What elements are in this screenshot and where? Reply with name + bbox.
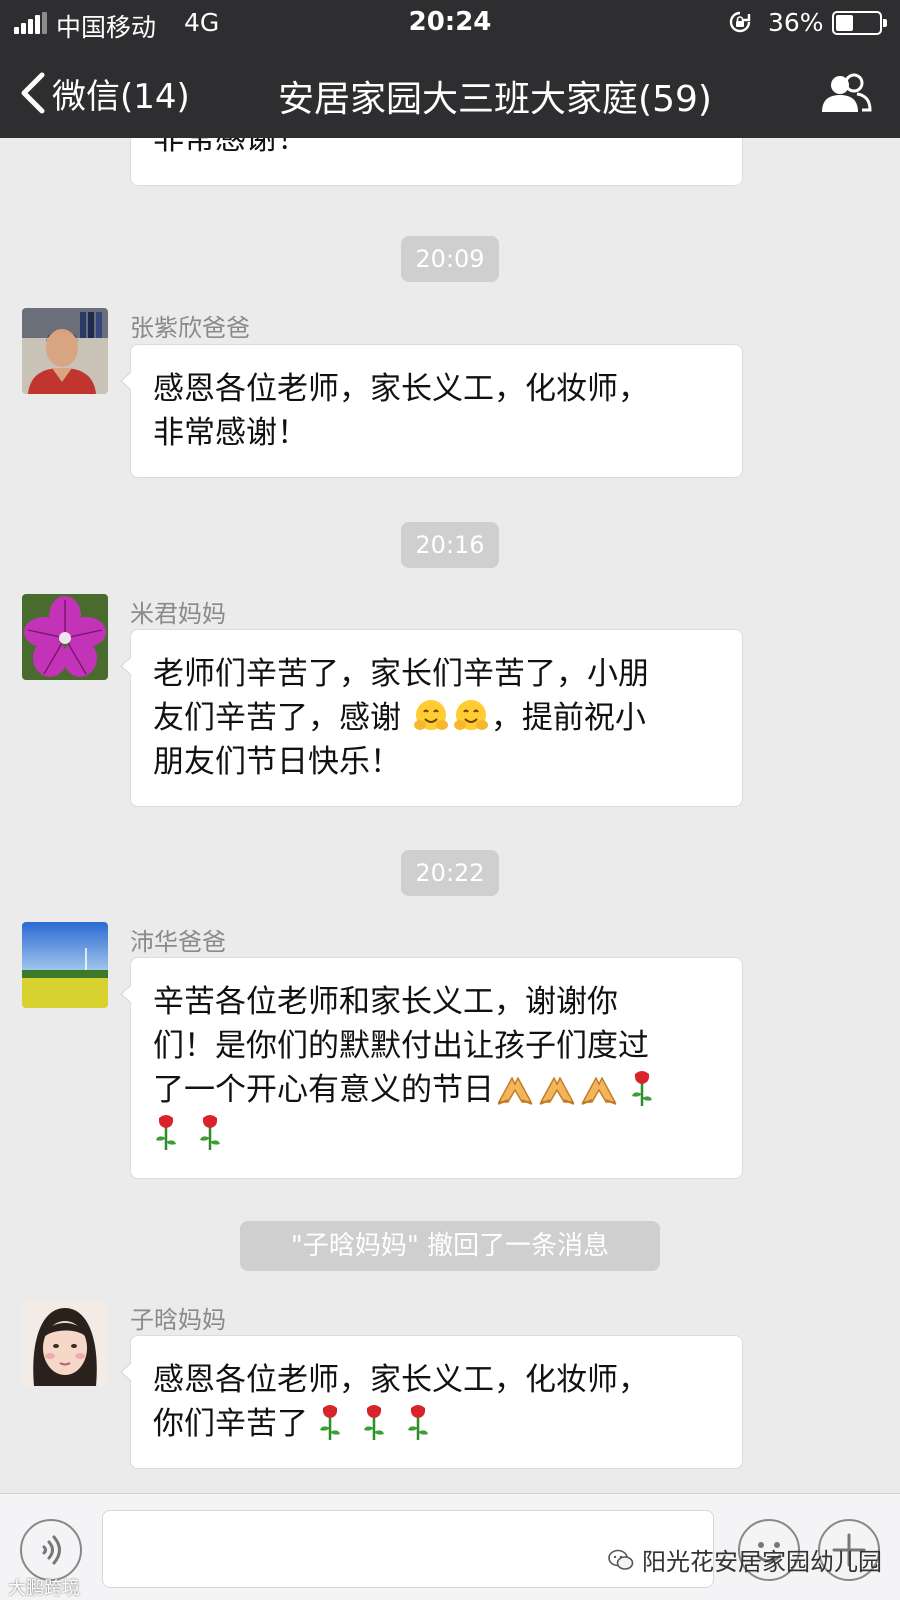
- sender-name: 子晗妈妈: [130, 1306, 226, 1334]
- rose-icon: [156, 1115, 176, 1150]
- message-bubble[interactable]: 感恩各位老师，家长义工，化妆师， 你们辛苦了: [120, 1335, 743, 1469]
- message-bubble[interactable]: 感恩各位老师，家长义工，化妆师， 非常感谢！: [120, 344, 743, 478]
- input-bar: 阳光花安居家园幼儿园 大鹏跨境: [0, 1493, 900, 1600]
- message-line: [153, 1112, 720, 1156]
- top-bar: 中国移动 4G 20:24 36% 微信(14) 安居家园大三班大家庭(59): [0, 0, 900, 138]
- message-line: 辛苦各位老师和家长义工，谢谢你: [153, 984, 618, 1020]
- avatar-image: [22, 1300, 108, 1386]
- wechat-logo-icon: [608, 1549, 634, 1570]
- avatar[interactable]: [22, 1300, 108, 1386]
- status-time: 20:24: [408, 7, 492, 37]
- rose-icon: [320, 1405, 340, 1440]
- timestamp-label: 20:09: [401, 236, 499, 282]
- folded-hands-icon: [497, 1076, 533, 1105]
- message-text: 了一个开心有意义的节日: [153, 1072, 494, 1108]
- voice-icon: [42, 1535, 61, 1565]
- folded-hands-icon: [539, 1076, 575, 1105]
- timestamp-label: 20:22: [401, 850, 499, 896]
- message-line: 你们辛苦了: [153, 1402, 720, 1446]
- message-line: 感恩各位老师，家长义工，化妆师，: [153, 1362, 649, 1398]
- chat-title: 安居家园大三班大家庭(59): [278, 79, 712, 120]
- timestamp-label: 20:16: [401, 522, 499, 568]
- timestamp: 20:16: [0, 522, 900, 568]
- nav-bar: 微信(14) 安居家园大三班大家庭(59): [0, 46, 900, 138]
- watermark: 阳光花安居家园幼儿园: [608, 1542, 882, 1577]
- avatar-image: [22, 308, 108, 394]
- rose-icon: [364, 1405, 384, 1440]
- battery-icon: [832, 11, 887, 35]
- message-line: 友们辛苦了，感谢 ，提前祝小: [153, 696, 720, 740]
- message-line: 感恩各位老师，家长义工，化妆师，: [153, 371, 649, 407]
- avatar[interactable]: [22, 308, 108, 394]
- recall-notice: "子晗妈妈" 撤回了一条消息: [240, 1221, 660, 1271]
- message-line: 们！是你们的默默付出让孩子们度过: [153, 1028, 649, 1064]
- avatar[interactable]: [22, 922, 108, 1008]
- message-line: 朋友们节日快乐！: [153, 744, 401, 780]
- rose-icon: [408, 1405, 428, 1440]
- message-text: 非常感谢！: [153, 138, 308, 157]
- battery-percent: 36%: [768, 8, 824, 37]
- sender-name: 张紫欣爸爸: [130, 314, 250, 342]
- members-icon[interactable]: [820, 72, 872, 114]
- folded-hands-icon: [581, 1076, 617, 1105]
- message-bubble[interactable]: 老师们辛苦了，家长们辛苦了，小朋 友们辛苦了，感谢 ，提前祝小 朋友们节日快乐！: [120, 629, 743, 807]
- rose-icon: [632, 1071, 652, 1106]
- message-text: ，提前祝小: [490, 700, 646, 736]
- message-text: 你们辛苦了: [153, 1406, 308, 1442]
- hugging-face-icon: [453, 700, 488, 730]
- avatar-image: [22, 922, 108, 1008]
- avatar[interactable]: [22, 594, 108, 680]
- sender-name: 米君妈妈: [130, 600, 226, 628]
- timestamp: 20:22: [0, 850, 900, 896]
- rose-icon: [200, 1115, 220, 1150]
- message-text: 友们辛苦了，感谢: [153, 700, 401, 736]
- message-bubble[interactable]: 非常感谢！: [130, 138, 743, 186]
- back-button[interactable]: 微信(14): [18, 70, 190, 117]
- watermark-small: 大鹏跨境: [8, 1578, 80, 1599]
- chevron-left-icon: [21, 72, 45, 114]
- sender-name: 沛华爸爸: [130, 928, 226, 956]
- status-bar: 中国移动 4G 20:24 36%: [0, 0, 900, 46]
- avatar-image: [22, 594, 108, 680]
- voice-button[interactable]: [20, 1519, 82, 1581]
- message-line: 老师们辛苦了，家长们辛苦了，小朋: [153, 656, 649, 692]
- rotation-lock-icon: [729, 11, 751, 33]
- chat-area[interactable]: 非常感谢！ 20:09 张紫欣爸爸 感恩各位老师，家长义工，化妆师， 非常感谢！…: [0, 138, 900, 1493]
- hugging-face-icon: [413, 700, 448, 730]
- watermark-text: 阳光花安居家园幼儿园: [642, 1548, 882, 1576]
- back-button-label: 微信(14): [52, 76, 190, 117]
- message-line: 非常感谢！: [153, 415, 308, 451]
- timestamp: 20:09: [0, 236, 900, 282]
- message-bubble[interactable]: 辛苦各位老师和家长义工，谢谢你 们！是你们的默默付出让孩子们度过 了一个开心有意…: [120, 957, 743, 1179]
- message-line: 了一个开心有意义的节日: [153, 1068, 720, 1112]
